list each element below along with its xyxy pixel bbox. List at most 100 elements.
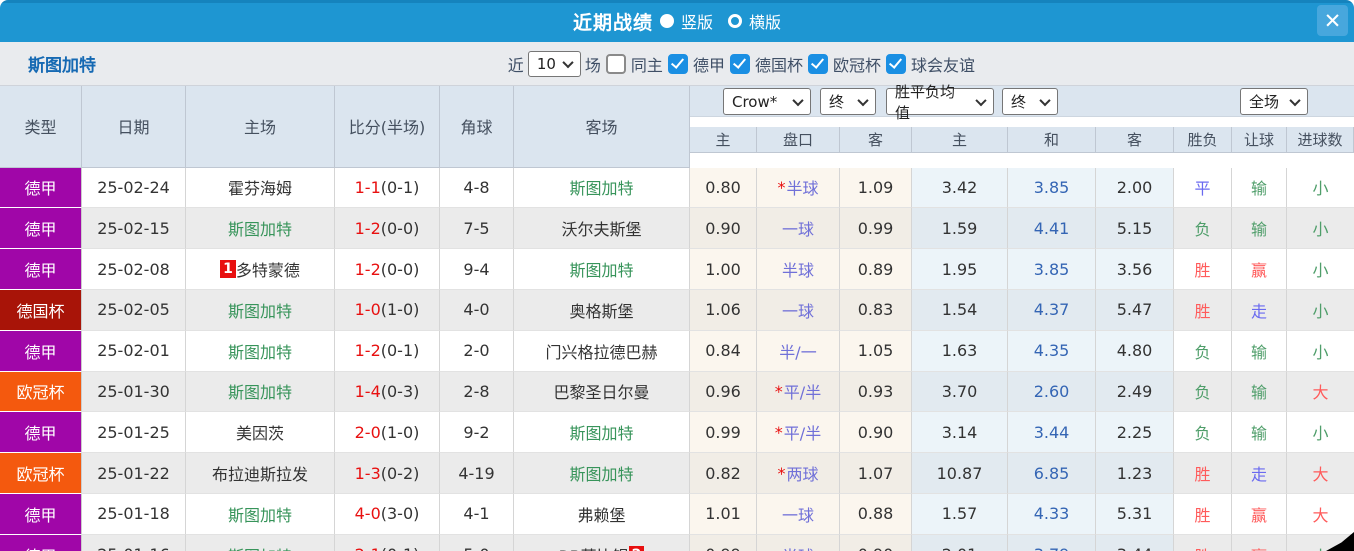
cell-handicap-result: 赢 [1232,534,1287,551]
handicap-time-select[interactable]: 终 [820,88,876,115]
league-label-dfb-pokal: 德国杯 [754,55,803,75]
cell-date: 25-02-15 [82,208,186,250]
cell-date: 25-01-30 [82,371,186,413]
cell-date: 25-01-25 [82,412,186,454]
vertical-layout-radio[interactable] [660,14,675,28]
cell-hdp-away-odds: 1.09 [840,167,912,209]
cell-goals-result: 小 [1287,208,1354,250]
cell-away-team: 斯图加特 [514,453,690,494]
bookmaker-select[interactable]: Crow* [723,88,811,115]
cell-corners: 4-0 [440,289,514,331]
cell-score: 2-0 (1-0) [335,412,440,454]
avg-odds-select[interactable]: 胜平负均值 [886,83,994,122]
cell-hdp-home-odds: 0.80 [690,167,757,209]
cell-corners: 4-19 [440,453,514,494]
cell-score: 1-4 (0-3) [335,371,440,413]
cell-wdl-result: 负 [1174,412,1232,454]
cell-handicap-result: 走 [1232,289,1287,331]
cell-hdp-home-odds: 0.82 [690,453,757,494]
sub-header-avg-home: 主 [912,126,1008,153]
cell-hdp-away-odds: 0.99 [840,208,912,250]
selectors-row: Crow* 终 胜平负均值 终 全场 [690,83,1354,122]
col-header-date: 日期 [82,86,186,168]
league-badge: 德甲 [0,493,82,535]
cell-corners: 2-0 [440,330,514,372]
league-checkbox-friendly[interactable] [885,53,906,74]
cell-home-team: 斯图加特 [186,493,335,535]
league-badge: 德甲 [0,167,82,209]
league-checkbox-dfb-pokal[interactable] [729,53,750,74]
sub-header-goals: 进球数 [1287,126,1354,153]
cell-avg-draw: 3.85 [1008,249,1096,290]
sub-header-avg-draw: 和 [1008,126,1096,153]
cell-date: 25-02-05 [82,289,186,331]
cell-wdl-result: 胜 [1174,289,1232,331]
cell-avg-home: 2.01 [912,534,1008,551]
league-checkbox-bundesliga[interactable] [667,53,688,74]
cell-avg-away: 3.44 [1096,534,1174,551]
cell-date: 25-02-08 [82,249,186,290]
cell-date: 25-01-16 [82,534,186,551]
cell-avg-away: 5.15 [1096,208,1174,250]
sub-header-hdp-home: 主 [690,126,757,153]
sub-header-hdp-away: 客 [840,126,912,153]
cell-goals-result: 小 [1287,330,1354,372]
vertical-layout-label[interactable]: 竖版 [681,9,713,33]
cell-away-team: 斯图加特 [514,412,690,454]
cell-away-team: RB莱比锡2 [514,534,690,551]
horizontal-layout-radio[interactable] [728,14,743,28]
cell-wdl-result: 胜 [1174,249,1232,290]
cell-corners: 9-4 [440,249,514,290]
sub-header-wdl: 胜负 [1174,126,1232,153]
cell-goals-result: 大 [1287,493,1354,535]
cell-home-team: 霍芬海姆 [186,167,335,209]
cell-goals-result: 大 [1287,371,1354,413]
col-header-corners: 角球 [440,86,514,168]
cell-avg-draw: 4.33 [1008,493,1096,535]
cell-wdl-result: 负 [1174,371,1232,413]
cell-away-team: 斯图加特 [514,249,690,290]
cell-date: 25-02-24 [82,167,186,209]
league-label-ucl: 欧冠杯 [832,55,881,75]
cell-wdl-result: 胜 [1174,534,1232,551]
cell-handicap: 半球 [757,249,840,290]
cell-handicap-result: 赢 [1232,493,1287,535]
cell-avg-draw: 2.60 [1008,371,1096,413]
cell-avg-draw: 3.85 [1008,167,1096,209]
scope-select[interactable]: 全场 [1240,88,1308,115]
horizontal-layout-label[interactable]: 横版 [749,9,781,33]
cell-handicap: 一球 [757,289,840,331]
cell-hdp-away-odds: 0.88 [840,493,912,535]
cell-avg-draw: 3.44 [1008,412,1096,454]
team-name: 斯图加特 [28,56,96,76]
cell-hdp-home-odds: 1.06 [690,289,757,331]
chevron-down-icon [792,94,804,106]
cell-corners: 9-2 [440,412,514,454]
league-badge: 欧冠杯 [0,371,82,413]
cell-avg-home: 3.42 [912,167,1008,209]
cell-avg-away: 3.56 [1096,249,1174,290]
cell-avg-away: 2.49 [1096,371,1174,413]
close-icon[interactable]: ✕ [1317,5,1348,36]
cell-hdp-away-odds: 0.83 [840,289,912,331]
cell-wdl-result: 胜 [1174,493,1232,535]
cell-avg-draw: 6.85 [1008,453,1096,494]
same-home-checkbox[interactable] [605,53,626,74]
cell-avg-away: 2.25 [1096,412,1174,454]
cell-score: 2-1(0-1) [335,534,440,551]
cell-goals-result: 小 [1287,289,1354,331]
cell-home-team: 斯图加特 [186,208,335,250]
cell-handicap-result: 输 [1232,208,1287,250]
avg-time-select[interactable]: 终 [1002,88,1058,115]
cell-wdl-result: 负 [1174,330,1232,372]
cell-wdl-result: 负 [1174,208,1232,250]
cell-home-team: 斯图加特 [186,534,335,551]
chevron-down-icon [562,56,574,68]
cell-goals-result: 小 [1287,249,1354,290]
cell-score: 1-3 (0-2) [335,453,440,494]
recent-count-select[interactable]: 10 [527,50,581,77]
league-checkbox-ucl[interactable] [807,53,828,74]
sub-header-avg-away: 客 [1096,126,1174,153]
league-label-friendly: 球会友谊 [910,55,975,75]
games-label: 场 [584,55,601,75]
